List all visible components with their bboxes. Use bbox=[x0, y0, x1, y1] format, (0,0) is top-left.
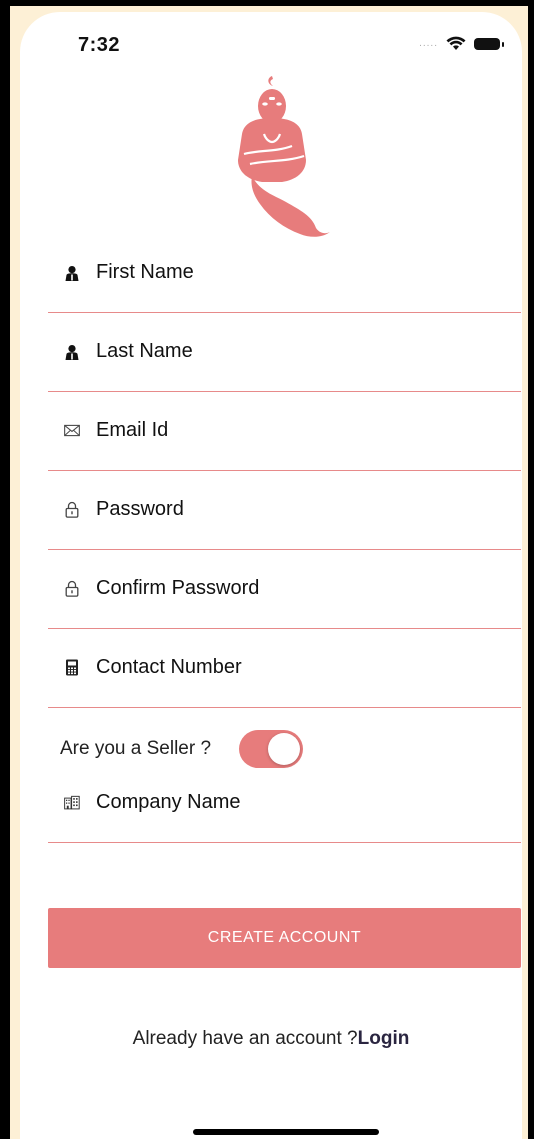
seller-label: Are you a Seller ? bbox=[60, 738, 212, 759]
login-link[interactable]: Login bbox=[358, 1028, 410, 1049]
person-icon bbox=[64, 265, 80, 281]
email-field bbox=[48, 391, 521, 471]
create-account-button[interactable]: CREATE ACCOUNT bbox=[48, 908, 521, 968]
device-frame: 7:32 ..... First Name Last Name Email Id… bbox=[0, 0, 534, 1139]
building-icon bbox=[64, 795, 80, 811]
contact-number-field bbox=[48, 628, 521, 708]
first-name-field bbox=[48, 233, 521, 313]
login-row: Already have an account ?Login bbox=[20, 1028, 522, 1050]
app-screen: 7:32 ..... First Name Last Name Email Id… bbox=[20, 12, 522, 1139]
signal-dots: ..... bbox=[419, 38, 438, 49]
status-time: 7:32 bbox=[78, 34, 121, 56]
genie-logo-icon bbox=[238, 76, 330, 237]
confirm-password-input[interactable] bbox=[96, 549, 506, 628]
confirm-password-field bbox=[48, 549, 521, 629]
email-input[interactable] bbox=[96, 391, 506, 470]
lock-icon bbox=[64, 580, 80, 597]
company-name-input[interactable] bbox=[96, 763, 506, 842]
person-icon bbox=[64, 344, 80, 360]
password-field bbox=[48, 470, 521, 550]
phone-icon bbox=[64, 659, 80, 676]
battery-icon bbox=[474, 37, 504, 50]
first-name-input[interactable] bbox=[96, 233, 506, 312]
last-name-field bbox=[48, 312, 521, 392]
password-input[interactable] bbox=[96, 470, 506, 549]
contact-number-input[interactable] bbox=[96, 628, 506, 707]
home-indicator[interactable] bbox=[193, 1129, 379, 1135]
company-name-field bbox=[48, 763, 521, 843]
toggle-knob bbox=[268, 733, 301, 765]
status-icons: ..... bbox=[419, 36, 504, 51]
lock-icon bbox=[64, 501, 80, 518]
wifi-icon bbox=[446, 36, 466, 50]
envelope-icon bbox=[64, 423, 80, 439]
already-have-account-text: Already have an account ? bbox=[132, 1028, 358, 1049]
last-name-input[interactable] bbox=[96, 312, 506, 391]
